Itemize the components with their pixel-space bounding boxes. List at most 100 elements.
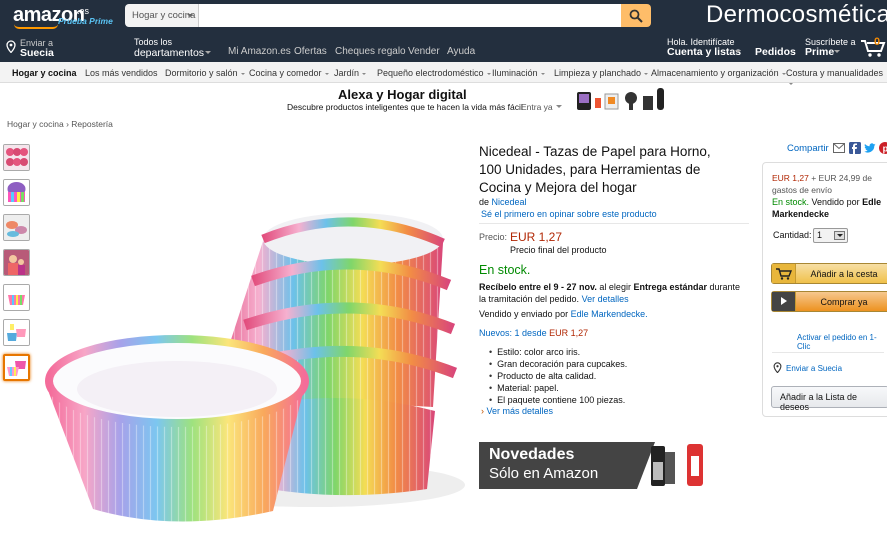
facebook-icon[interactable] bbox=[849, 142, 861, 154]
subnav-cocina-comedor[interactable]: Cocina y comedor bbox=[249, 68, 329, 78]
ad-products-icon[interactable] bbox=[637, 442, 717, 489]
brand-link[interactable]: Nicedeal bbox=[492, 197, 527, 207]
thumbnail-7-selected[interactable] bbox=[3, 354, 30, 381]
thumbnail-3[interactable] bbox=[3, 214, 30, 241]
subnav-almacenamiento[interactable]: Almacenamiento y organización bbox=[651, 68, 786, 78]
promo-see-more: Entra ya bbox=[521, 102, 562, 112]
subnav-limpieza-planchado[interactable]: Limpieza y planchado bbox=[554, 68, 649, 78]
promo-subtitle: Descubre productos inteligentes que te h… bbox=[287, 102, 523, 112]
buy-now-button[interactable]: Comprar ya bbox=[771, 291, 887, 312]
price-value: EUR 1,27 bbox=[510, 230, 563, 244]
one-click-link[interactable]: Activar el pedido en 1-Clic bbox=[797, 333, 887, 351]
list-item: El paquete contiene 100 piezas. bbox=[479, 394, 627, 406]
thumbnail-1[interactable] bbox=[3, 144, 30, 171]
cart-icon bbox=[861, 40, 886, 57]
promo-title: Alexa y Hogar digital bbox=[338, 87, 467, 102]
list-item: Gran decoración para cupcakes. bbox=[479, 358, 627, 370]
chevron-down-icon bbox=[834, 50, 840, 56]
logo-prime-trial[interactable]: Prueba Prime bbox=[58, 16, 113, 26]
email-icon[interactable] bbox=[833, 143, 845, 153]
cupcake-liners-image bbox=[35, 185, 465, 529]
offers-price: EUR 1,27 bbox=[549, 328, 589, 338]
new-offers-line[interactable]: Nuevos: 1 desde EUR 1,27 bbox=[479, 328, 588, 338]
logo-smile-icon bbox=[14, 24, 58, 29]
seller-link[interactable]: Edle Markendecke. bbox=[571, 309, 648, 319]
add-to-cart-label: Añadir a la cesta bbox=[810, 269, 878, 279]
offers-label[interactable]: Nuevos: bbox=[479, 328, 512, 338]
delivery-prefix: Recíbelo entre el bbox=[479, 282, 552, 292]
more-details-label[interactable]: Ver más detalles bbox=[487, 406, 554, 416]
cupcake-thumbnail-icon bbox=[4, 180, 29, 205]
nav-link-ayuda[interactable]: Ayuda bbox=[447, 46, 475, 57]
cupcake-thumbnail-icon bbox=[4, 215, 29, 240]
add-to-wishlist-button[interactable]: Añadir a la Lista de deseos bbox=[771, 386, 887, 412]
subnav-mas-vendidos[interactable]: Los más vendidos bbox=[85, 68, 158, 78]
quantity-value: 1 bbox=[817, 230, 823, 240]
subnav-costura-manualidades[interactable]: Costura y manualidades bbox=[786, 68, 887, 88]
cupcake-thumbnail-icon bbox=[5, 356, 28, 379]
subnav-pequeno-electrodomestico[interactable]: Pequeño electrodoméstico bbox=[377, 68, 491, 78]
add-to-cart-button[interactable]: Añadir a la cesta bbox=[771, 263, 887, 284]
chevron-down-icon bbox=[187, 14, 193, 20]
price-label: Precio: bbox=[479, 232, 508, 242]
deliver-location: Suecia bbox=[20, 47, 54, 59]
main-nav: Enviar a Suecia Todos los departamentos bbox=[0, 32, 887, 62]
list-item: Producto de alta calidad. bbox=[479, 370, 627, 382]
subnav-jardin-label: Jardín bbox=[334, 68, 360, 78]
nav-link-ofertas[interactable]: Ofertas bbox=[294, 46, 327, 57]
search-category-label: Hogar y cocina bbox=[132, 10, 196, 21]
orders-link[interactable]: Pedidos bbox=[755, 46, 796, 58]
main-product-image[interactable] bbox=[35, 185, 465, 529]
svg-text:p: p bbox=[883, 143, 887, 153]
feature-bullets: Estilo: color arco iris. Gran decoración… bbox=[479, 346, 627, 406]
subnav-dormitorio-salon-label: Dormitorio y salón bbox=[165, 68, 238, 78]
price-note: Precio final del producto bbox=[510, 245, 607, 255]
thumbnail-4[interactable] bbox=[3, 249, 30, 276]
breadcrumb-separator: › bbox=[66, 119, 69, 129]
nav-link-vender[interactable]: Vender bbox=[408, 46, 440, 57]
promo-banner[interactable]: Alexa y Hogar digital Descubre productos… bbox=[283, 86, 683, 112]
departments-text: departamentos bbox=[134, 47, 205, 59]
departments-label: Todos los bbox=[134, 37, 173, 47]
top-header: amazon .es Prueba Prime Hogar y cocina D… bbox=[0, 0, 887, 32]
subnav-jardin[interactable]: Jardín bbox=[334, 68, 367, 78]
search-input[interactable] bbox=[199, 4, 621, 27]
list-item: Estilo: color arco iris. bbox=[479, 346, 627, 358]
thumbnail-5[interactable] bbox=[3, 284, 30, 311]
nav-link-cheques-regalo[interactable]: Cheques regalo bbox=[335, 46, 406, 57]
thumbnail-6[interactable] bbox=[3, 319, 30, 346]
subnav-iluminacion[interactable]: Iluminación bbox=[492, 68, 545, 78]
subnav-dormitorio-salon[interactable]: Dormitorio y salón bbox=[165, 68, 245, 78]
smart-devices-icon bbox=[577, 88, 664, 110]
brand-by-label: de bbox=[479, 197, 490, 207]
quantity-select[interactable]: 1 bbox=[813, 228, 848, 243]
review-prompt-link[interactable]: Sé el primero en opinar sobre este produ… bbox=[481, 209, 657, 219]
more-details-link[interactable]: › Ver más detalles bbox=[481, 406, 553, 416]
cupcake-thumbnail-icon bbox=[4, 320, 29, 345]
search-button[interactable] bbox=[621, 4, 651, 27]
chevron-down-icon bbox=[205, 51, 211, 57]
search-category-select[interactable]: Hogar y cocina bbox=[125, 4, 199, 27]
pinterest-icon[interactable]: p bbox=[879, 142, 887, 154]
delivery-option: Entrega estándar bbox=[633, 282, 707, 292]
cupcake-thumbnail-icon bbox=[4, 250, 29, 275]
chevron-right-icon: › bbox=[481, 406, 484, 416]
divider bbox=[479, 223, 749, 224]
nav-link-mi-amazon[interactable]: Mi Amazon.es bbox=[228, 46, 291, 57]
twitter-icon[interactable] bbox=[864, 142, 876, 154]
ship-to-label[interactable]: Enviar a Suecia bbox=[786, 364, 842, 373]
delivery-details-link[interactable]: Ver detalles bbox=[582, 294, 629, 304]
availability: En stock. bbox=[479, 263, 531, 277]
play-icon bbox=[772, 292, 796, 311]
seller-line: Vendido y enviado por Edle Markendecke. bbox=[479, 309, 648, 319]
share-button[interactable]: Compartir bbox=[787, 143, 829, 154]
thumbnail-2[interactable] bbox=[3, 179, 30, 206]
store-banner[interactable]: Dermocosmética bbox=[706, 1, 887, 29]
subnav-hogar-cocina[interactable]: Hogar y cocina bbox=[12, 68, 77, 78]
offers-text[interactable]: 1 desde bbox=[515, 328, 547, 338]
breadcrumb-hogar-cocina[interactable]: Hogar y cocina bbox=[7, 119, 64, 129]
novedades-ad[interactable]: Novedades Sólo en Amazon bbox=[479, 442, 637, 489]
subnav-pequeno-electrodomestico-label: Pequeño electrodoméstico bbox=[377, 68, 484, 78]
location-pin-icon bbox=[773, 362, 782, 373]
breadcrumb-reposteria[interactable]: Repostería bbox=[71, 119, 113, 129]
